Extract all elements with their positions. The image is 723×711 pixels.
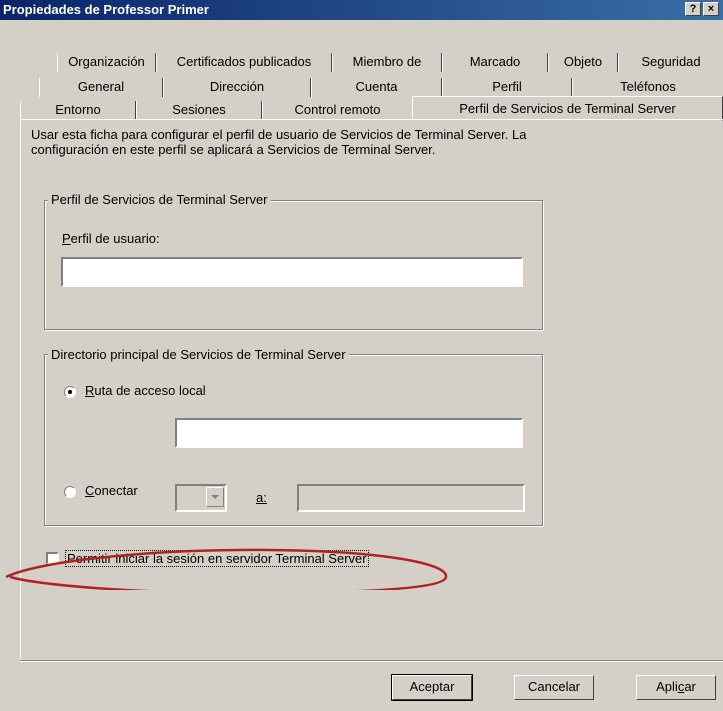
tab-entorno[interactable]: Entorno	[20, 101, 136, 120]
tab-organizacion[interactable]: Organización	[57, 53, 156, 72]
radio-selected-dot	[68, 390, 72, 394]
tab-perfil[interactable]: Perfil	[442, 78, 572, 97]
local-path-input[interactable]	[175, 418, 523, 448]
close-button[interactable]: ×	[703, 2, 719, 16]
tab-perfil-terminal-server[interactable]: Perfil de Servicios de Terminal Server	[412, 96, 723, 121]
ok-button[interactable]: Aceptar	[391, 674, 473, 701]
annotation-ellipse	[5, 548, 448, 590]
tab-sesiones[interactable]: Sesiones	[136, 101, 262, 120]
tab-miembro-de[interactable]: Miembro de	[332, 53, 442, 72]
dropdown-arrow-button[interactable]	[206, 487, 224, 507]
profile-group-title: Perfil de Servicios de Terminal Server	[48, 192, 271, 207]
tab-objeto[interactable]: Objeto	[548, 53, 618, 72]
tab-description: Usar esta ficha para configurar el perfi…	[31, 127, 527, 157]
window-title: Propiedades de Professor Primer	[3, 2, 209, 17]
local-path-label[interactable]: Ruta de acceso local	[85, 383, 206, 398]
tab-control-remoto[interactable]: Control remoto	[262, 101, 412, 120]
chevron-down-icon	[211, 495, 219, 499]
tab-telefonos[interactable]: Teléfonos	[572, 78, 723, 97]
connect-label[interactable]: Conectar	[85, 483, 138, 498]
user-profile-input[interactable]	[61, 257, 523, 287]
drive-letter-select[interactable]	[175, 484, 227, 512]
local-path-radio[interactable]	[64, 386, 76, 398]
tab-marcado[interactable]: Marcado	[442, 53, 548, 72]
to-label: a:	[256, 490, 267, 505]
tab-cuenta[interactable]: Cuenta	[311, 78, 442, 97]
tab-seguridad[interactable]: Seguridad	[618, 53, 723, 72]
tab-certificados[interactable]: Certificados publicados	[156, 53, 332, 72]
cancel-button[interactable]: Cancelar	[514, 675, 594, 700]
help-button[interactable]: ?	[685, 2, 701, 16]
bottom-separator	[20, 660, 723, 662]
tab-direccion[interactable]: Dirección	[163, 78, 311, 97]
connect-to-input[interactable]	[297, 484, 525, 512]
title-bar[interactable]: Propiedades de Professor Primer ? ×	[0, 0, 723, 20]
connect-radio[interactable]	[64, 486, 76, 498]
user-profile-label: Perfil de usuario:	[62, 231, 160, 246]
home-dir-group-title: Directorio principal de Servicios de Ter…	[48, 347, 349, 362]
apply-button[interactable]: Aplicar	[636, 675, 716, 700]
properties-dialog: Propiedades de Professor Primer ? × Orga…	[0, 0, 723, 711]
tab-general[interactable]: General	[39, 78, 163, 97]
